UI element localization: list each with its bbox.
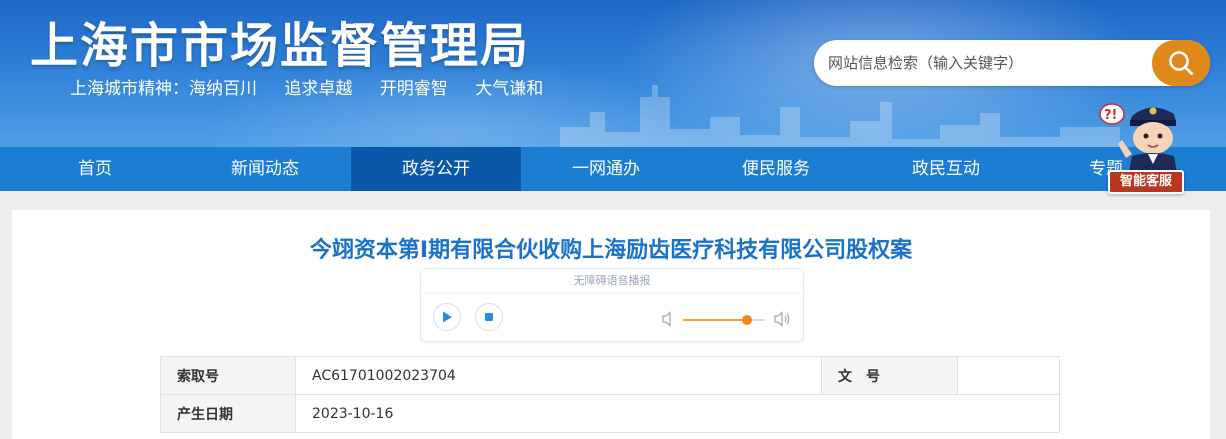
stop-icon: [485, 313, 493, 321]
meta-value: 2023-10-16: [295, 394, 1060, 433]
nav-item-home[interactable]: 首页: [10, 147, 180, 191]
nav-item-interaction[interactable]: 政民互动: [861, 147, 1031, 191]
site-search: [814, 40, 1210, 86]
meta-key: 产生日期: [160, 394, 296, 433]
play-icon: [443, 311, 452, 323]
volume-slider[interactable]: [683, 315, 765, 325]
document-meta-table: 索取号 AC61701002023704 文 号 产生日期 2023-10-16: [160, 356, 1060, 433]
site-title: 上海市市场监督管理局: [30, 18, 531, 74]
table-row: 索取号 AC61701002023704 文 号: [160, 356, 1060, 395]
meta-key: 文 号: [821, 356, 958, 395]
search-button[interactable]: [1152, 40, 1210, 86]
stop-button[interactable]: [475, 303, 503, 331]
main-nav: 首页 新闻动态 政务公开 一网通办 便民服务 政民互动 专题: [0, 147, 1226, 191]
slogan-item: 大气谦和: [475, 79, 544, 99]
nav-item-news[interactable]: 新闻动态: [180, 147, 350, 191]
volume-handle[interactable]: [741, 315, 752, 325]
volume-level: [683, 319, 747, 321]
smart-assistant[interactable]: ?! 智能客服: [1090, 92, 1200, 198]
city-slogan: 上海城市精神：海纳百川 追求卓越 开明睿智 大气谦和: [70, 74, 565, 99]
table-row: 产生日期 2023-10-16: [160, 394, 1060, 433]
assistant-mascot-icon: ?!: [1099, 103, 1178, 178]
search-input[interactable]: [828, 48, 1148, 78]
player-caption: 无障碍语音播报: [421, 269, 803, 293]
nav-item-public-services[interactable]: 便民服务: [691, 147, 861, 191]
accessibility-audio-player: 无障碍语音播报: [420, 268, 804, 342]
meta-key: 索取号: [160, 356, 296, 395]
search-icon: [1169, 51, 1193, 75]
play-button[interactable]: [433, 303, 461, 331]
city-skyline-decoration: [560, 85, 1120, 147]
article-title: 今翊资本第Ⅰ期有限合伙收购上海励齿医疗科技有限公司股权案: [309, 238, 913, 263]
volume-low-icon[interactable]: [661, 311, 675, 327]
nav-item-online-services[interactable]: 一网通办: [521, 147, 691, 191]
slogan-item: 追求卓越: [284, 79, 353, 99]
slogan-prefix: 上海城市精神：海纳百川: [70, 79, 257, 99]
volume-high-icon[interactable]: [773, 311, 791, 327]
header-banner: 上海市市场监督管理局 上海城市精神：海纳百川 追求卓越 开明睿智 大气谦和: [0, 0, 1226, 147]
nav-item-government-affairs[interactable]: 政务公开: [351, 147, 521, 191]
meta-value: [957, 356, 1060, 395]
slogan-item: 开明睿智: [379, 79, 448, 99]
svg-text:?!: ?!: [1104, 108, 1117, 123]
article-panel: 今翊资本第Ⅰ期有限合伙收购上海励齿医疗科技有限公司股权案 无障碍语音播报 索取号…: [12, 210, 1210, 439]
assistant-label: 智能客服: [1108, 170, 1184, 194]
meta-value: AC61701002023704: [295, 356, 822, 395]
